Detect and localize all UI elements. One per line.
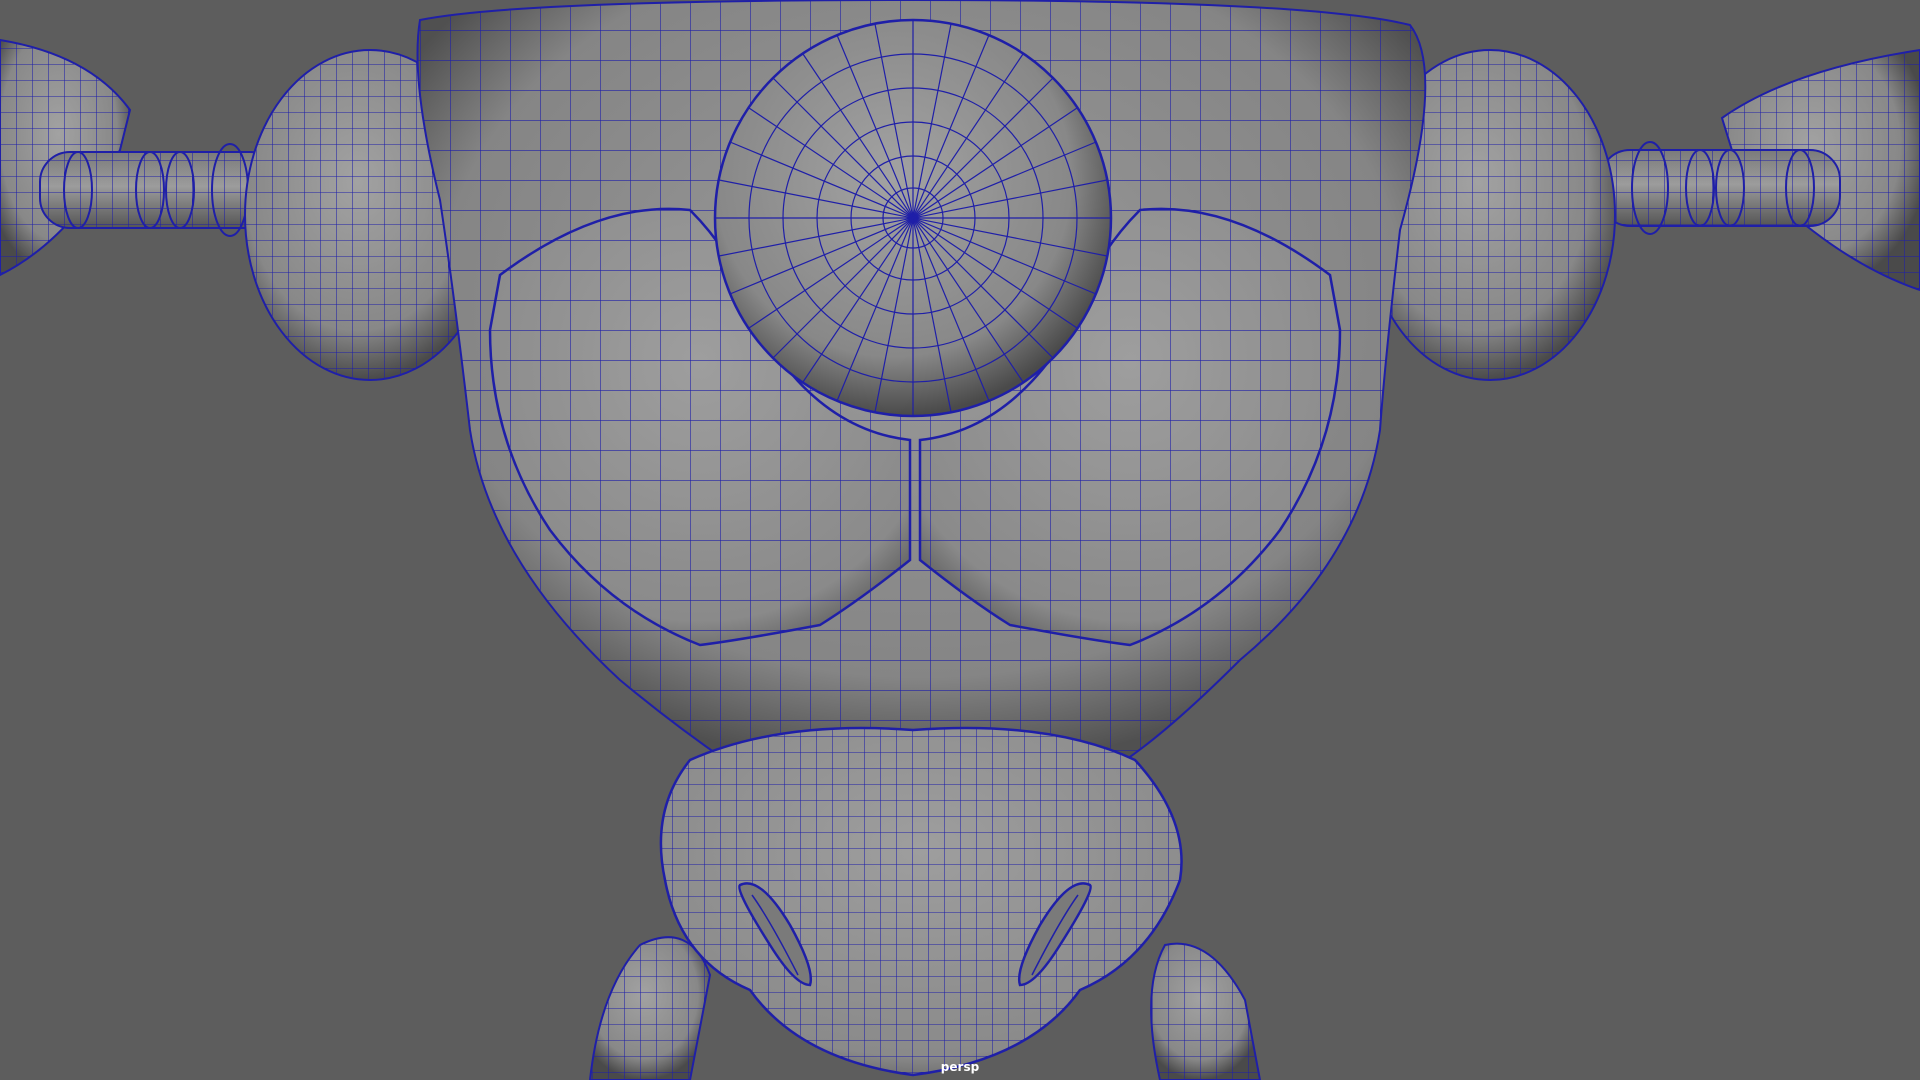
robot-wireframe-mesh[interactable] bbox=[0, 0, 1920, 1080]
left-leg bbox=[588, 936, 712, 1080]
3d-viewport[interactable]: persp bbox=[0, 0, 1920, 1080]
pelvis bbox=[659, 726, 1183, 1077]
chest-dome bbox=[713, 18, 1113, 418]
right-arm-joint bbox=[1599, 141, 1841, 235]
left-arm-joint bbox=[39, 143, 281, 237]
camera-name-label: persp bbox=[940, 1060, 980, 1074]
